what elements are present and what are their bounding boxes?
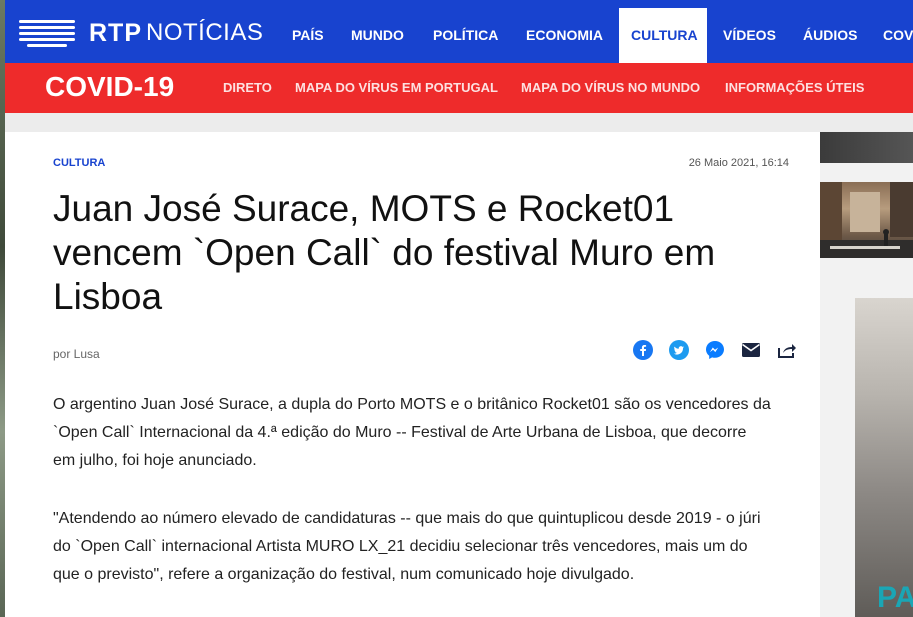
article: CULTURA 26 Maio 2021, 16:14 Juan José Su… <box>5 132 820 617</box>
sidebar-thumbnail-image[interactable] <box>820 182 913 258</box>
rtp-logo-icon <box>19 20 75 47</box>
logo-noticias-text: NOTÍCIAS <box>146 19 264 46</box>
share-icon[interactable] <box>769 339 805 361</box>
divider-band <box>5 113 913 132</box>
nav-item-pais[interactable]: PAÍS <box>280 8 336 63</box>
messenger-icon[interactable] <box>697 339 733 361</box>
covid-link-mapa-portugal[interactable]: MAPA DO VÍRUS EM PORTUGAL <box>295 80 498 95</box>
article-paragraph: O argentino Juan José Surace, a dupla do… <box>53 396 771 469</box>
nav-item-mundo[interactable]: MUNDO <box>339 8 416 63</box>
rtp-noticias-logo[interactable]: RTP NOTÍCIAS <box>19 19 263 47</box>
nav-item-economia[interactable]: ECONOMIA <box>514 8 615 63</box>
logo-rtp-text: RTP <box>89 18 142 47</box>
article-section-tag[interactable]: CULTURA <box>53 157 105 169</box>
nav-item-cultura[interactable]: CULTURA <box>619 8 707 63</box>
covid-bar: COVID-19 DIRETO MAPA DO VÍRUS EM PORTUGA… <box>5 63 913 113</box>
nav-item-politica[interactable]: POLÍTICA <box>421 8 510 63</box>
covid-link-direto[interactable]: DIRETO <box>223 80 272 95</box>
article-date: 26 Maio 2021, 16:14 <box>688 157 789 169</box>
article-headline: Juan José Surace, MOTS e Rocket01 vencem… <box>53 188 716 317</box>
nav-item-covid[interactable]: COV <box>871 8 913 63</box>
sidebar-banner[interactable] <box>820 132 913 163</box>
covid-title[interactable]: COVID-19 <box>45 71 174 103</box>
article-byline: por Lusa <box>53 347 100 361</box>
nav-item-videos[interactable]: VÍDEOS <box>711 8 788 63</box>
right-sidebar: PA <box>820 132 913 617</box>
twitter-icon[interactable] <box>661 339 697 361</box>
covid-link-mapa-mundo[interactable]: MAPA DO VÍRUS NO MUNDO <box>521 80 700 95</box>
sidebar-advertisement[interactable]: PA <box>855 298 913 617</box>
facebook-icon[interactable] <box>625 339 661 361</box>
email-icon[interactable] <box>733 339 769 361</box>
covid-link-informacoes[interactable]: INFORMAÇÕES ÚTEIS <box>725 80 864 95</box>
advertisement-text: PA <box>877 581 913 614</box>
nav-item-audios[interactable]: ÁUDIOS <box>791 8 869 63</box>
top-navigation: RTP NOTÍCIAS PAÍS MUNDO POLÍTICA ECONOMI… <box>5 0 913 63</box>
share-bar <box>625 339 805 361</box>
article-paragraph: "Atendendo ao número elevado de candidat… <box>53 510 761 583</box>
